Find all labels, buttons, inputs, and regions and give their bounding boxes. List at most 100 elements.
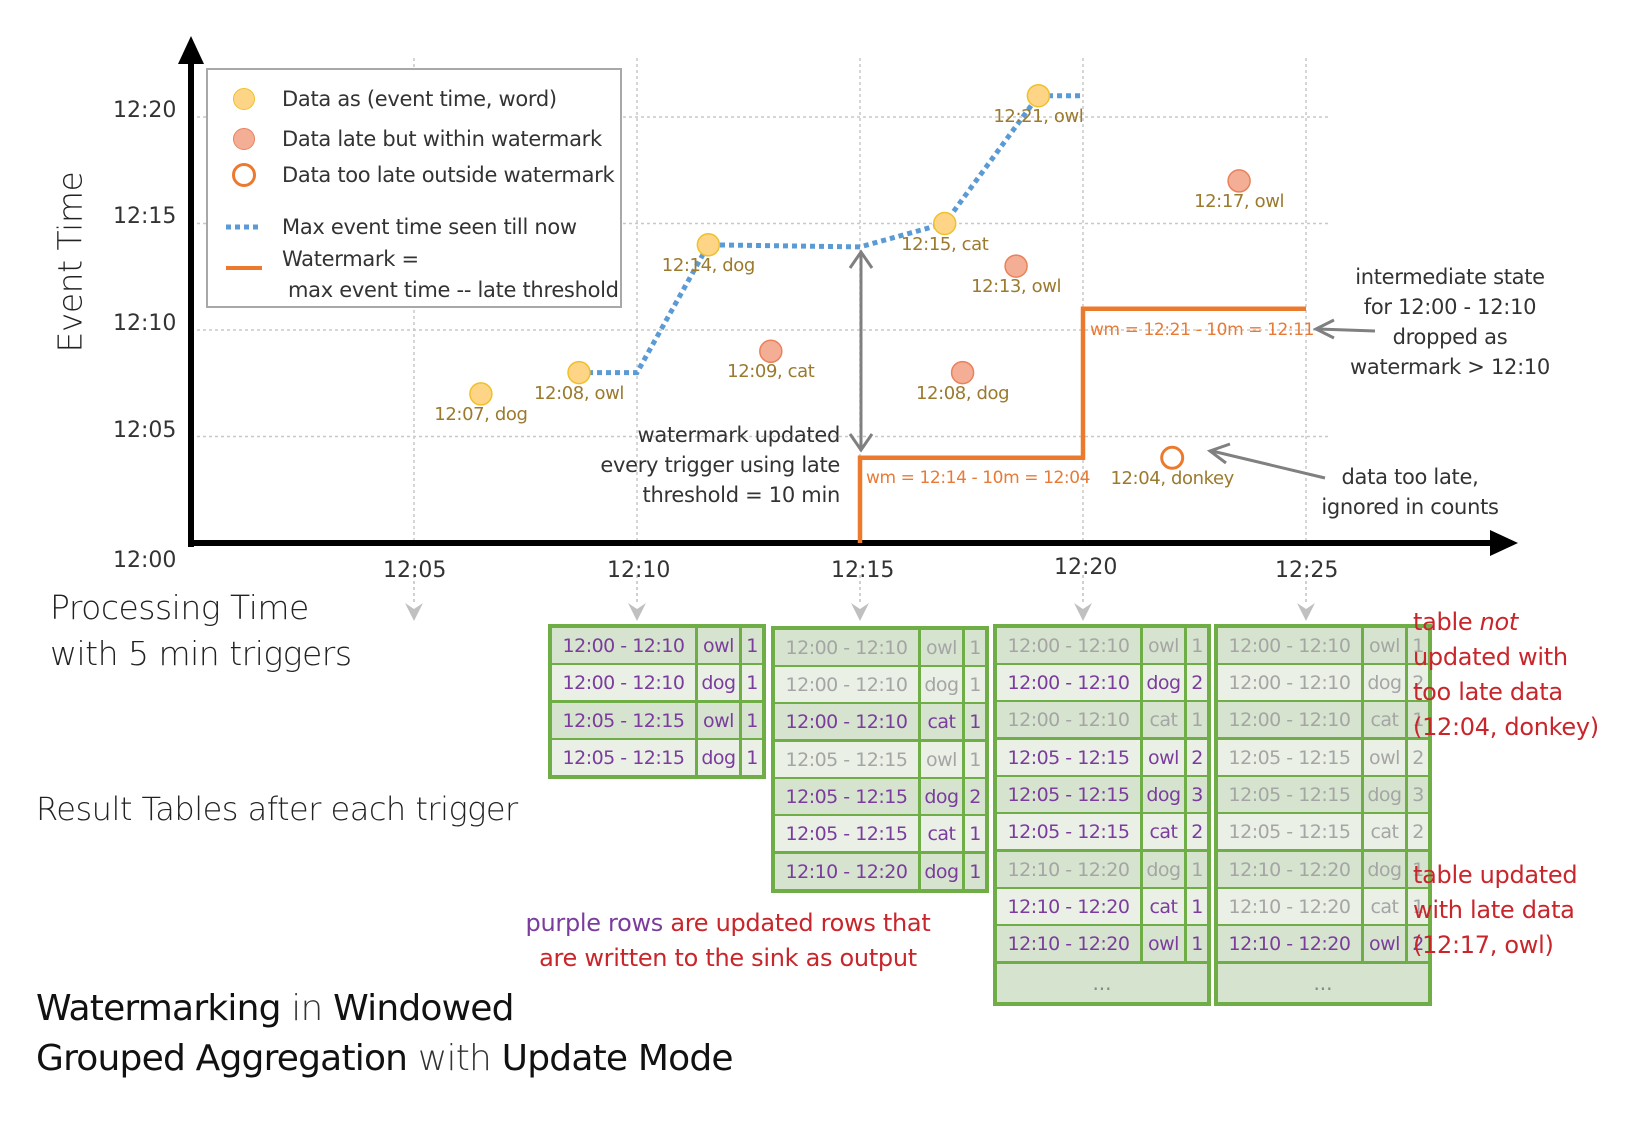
- table-row: 12:00 - 12:10 owl 1: [552, 628, 762, 663]
- word-cell: cat: [1364, 702, 1405, 737]
- annotation-line: data too late,: [1341, 465, 1479, 489]
- legend: Data as (event time, word) Data late but…: [206, 68, 622, 308]
- table-row: 12:10 - 12:20 cat 1: [997, 889, 1207, 924]
- word-cell: cat: [921, 704, 962, 739]
- table-row: 12:05 - 12:15 owl 1: [775, 742, 985, 777]
- data-point-late-within: [1004, 254, 1028, 278]
- annotation-intermediate-state: intermediate state for 12:00 - 12:10 dro…: [1350, 262, 1550, 382]
- point-label: 12:13, owl: [971, 276, 1062, 298]
- legend-item-max-event: Max event time seen till now: [224, 212, 577, 242]
- result-table-12-20: 12:00 - 12:10 owl 1 12:00 - 12:10 dog 2 12:00 …: [993, 624, 1211, 1006]
- diagram-stage: 12:20 12:15 12:10 12:05 12:00 12:05 12:1…: [0, 0, 1629, 1125]
- count-cell: 1: [1187, 702, 1207, 737]
- y-axis-label: Event Time: [50, 171, 90, 353]
- window-cell: 12:00 - 12:10: [1218, 665, 1361, 700]
- annotation-text: table: [1413, 608, 1480, 636]
- count-cell: 1: [1187, 926, 1207, 961]
- annotation-line: updated with: [1413, 643, 1568, 671]
- window-cell: 12:10 - 12:20: [997, 926, 1140, 961]
- legend-label: Data late but within watermark: [282, 127, 602, 151]
- word-cell: cat: [1143, 814, 1184, 849]
- window-cell: 12:00 - 12:10: [1218, 702, 1361, 737]
- data-point-late-within: [950, 360, 975, 385]
- word-cell: owl: [1143, 740, 1184, 775]
- window-cell: 12:10 - 12:20: [775, 854, 918, 889]
- x-tick-12-20: 12:20: [1054, 555, 1118, 580]
- table-row: 12:00 - 12:10 cat 1: [775, 704, 985, 739]
- window-cell: 12:05 - 12:15: [552, 703, 695, 738]
- y-tick-12-10: 12:10: [113, 311, 177, 336]
- annotation-line: (12:17, owl): [1413, 931, 1554, 959]
- word-cell: dog: [1143, 852, 1184, 887]
- table-row: 12:05 - 12:15 dog 2: [775, 779, 985, 814]
- y-tick-12-05: 12:05: [113, 418, 177, 443]
- annotation-line: (12:04, donkey): [1413, 713, 1599, 741]
- point-label: 12:21, owl: [993, 105, 1084, 127]
- watermark-line: [857, 306, 1306, 543]
- table-row: 12:00 - 12:10 cat 1: [997, 702, 1207, 737]
- table-row: 12:05 - 12:15 owl 1: [552, 703, 762, 738]
- legend-item-late-within: Data late but within watermark: [224, 124, 602, 154]
- word-cell: owl: [698, 703, 739, 738]
- annotation-line: too late data: [1413, 678, 1563, 706]
- window-cell: 12:05 - 12:15: [775, 742, 918, 777]
- x-axis-label-line1: Processing Time: [50, 588, 309, 627]
- purple-rows-term: purple rows: [525, 909, 664, 937]
- trigger-arrow-icon: [628, 603, 646, 621]
- result-table-12-10: 12:00 - 12:10 owl 1 12:00 - 12:10 dog 1 12:05 …: [548, 624, 766, 779]
- annotation-data-too-late: data too late, ignored in counts: [1320, 462, 1500, 522]
- word-cell: dog: [921, 854, 962, 889]
- table-ellipsis-row: ...: [1218, 964, 1428, 1002]
- data-point-late-within: [759, 339, 783, 364]
- trigger-arrow-icon: [1297, 603, 1315, 621]
- y-tick-12-15: 12:15: [113, 204, 177, 229]
- window-cell: 12:10 - 12:20: [997, 889, 1140, 924]
- table-row: 12:00 - 12:10 owl 1: [1218, 628, 1428, 663]
- legend-label: Max event time seen till now: [282, 215, 577, 239]
- word-cell: dog: [698, 740, 739, 775]
- legend-label-watermark-formula: max event time -- late threshold: [288, 278, 619, 302]
- data-point-too-late: [1160, 445, 1185, 470]
- count-cell: 2: [965, 779, 985, 814]
- point-label: 12:17, owl: [1194, 190, 1285, 212]
- word-cell: dog: [1143, 665, 1184, 700]
- trigger-arrow-icon: [1074, 603, 1092, 621]
- table-row: 12:00 - 12:10 cat 1: [1218, 702, 1428, 737]
- dotted-line-icon: [226, 224, 262, 230]
- title-keyword: Watermarking: [36, 988, 281, 1029]
- count-cell: 3: [1408, 777, 1428, 812]
- title-connector: in: [280, 988, 334, 1029]
- x-tick-12-25: 12:25: [1275, 558, 1339, 583]
- count-cell: 2: [1187, 740, 1207, 775]
- window-cell: 12:05 - 12:15: [997, 777, 1140, 812]
- word-cell: owl: [921, 630, 962, 665]
- point-label: 12:07, dog: [434, 403, 528, 425]
- table-row: 12:00 - 12:10 dog 1: [775, 667, 985, 702]
- window-cell: 12:05 - 12:15: [1218, 740, 1361, 775]
- table-row: 12:00 - 12:10 dog 2: [997, 665, 1207, 700]
- legend-item-watermark: Watermark =: [224, 244, 419, 274]
- annotation-line: dropped as: [1392, 325, 1508, 349]
- on-time-dot-icon: [233, 88, 255, 110]
- y-tick-12-20: 12:20: [113, 98, 177, 123]
- word-cell: owl: [1143, 628, 1184, 663]
- window-cell: 12:00 - 12:10: [775, 704, 918, 739]
- diagram-title: Watermarking in Windowed Grouped Aggrega…: [36, 984, 734, 1084]
- point-label: 12:04, donkey: [1110, 467, 1234, 489]
- title-keyword: Windowed: [333, 988, 514, 1029]
- window-cell: 12:10 - 12:20: [1218, 889, 1361, 924]
- point-label: 12:08, owl: [533, 382, 625, 404]
- window-cell: 12:05 - 12:15: [775, 779, 918, 814]
- annotation-line: watermark updated: [637, 423, 841, 447]
- count-cell: 2: [1408, 814, 1428, 849]
- table-row: 12:05 - 12:15 cat 2: [997, 814, 1207, 849]
- count-cell: 1: [965, 854, 985, 889]
- word-cell: cat: [1143, 889, 1184, 924]
- word-cell: owl: [1364, 740, 1405, 775]
- x-tick-12-10: 12:10: [607, 558, 671, 583]
- count-cell: 2: [1187, 814, 1207, 849]
- caption-text: are updated rows that: [663, 909, 931, 937]
- window-cell: 12:00 - 12:10: [775, 667, 918, 702]
- count-cell: 3: [1187, 777, 1207, 812]
- callout-arrows: [848, 249, 1376, 480]
